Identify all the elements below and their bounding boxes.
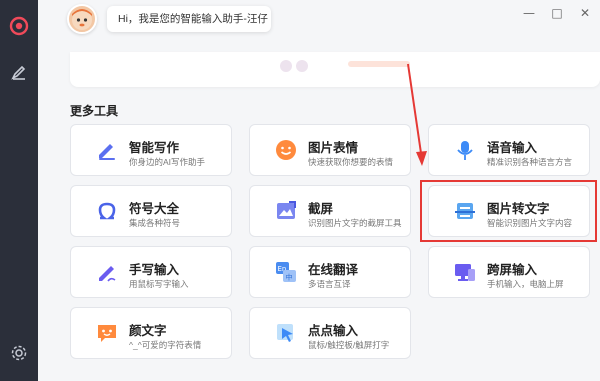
tool-handwriting[interactable]: 手写输入 用鼠标写字输入 (70, 246, 232, 298)
tool-online-translate[interactable]: En 中 在线翻译 多语言互译 (249, 246, 411, 298)
tool-symbols[interactable]: 符号大全 集成各种符号 (70, 185, 232, 237)
tool-desc: 集成各种符号 (129, 218, 181, 228)
sidebar (0, 0, 38, 381)
minimize-button[interactable]: — (522, 6, 536, 20)
tool-cross-screen-input[interactable]: 跨屏输入 手机输入，电脑上屏 (428, 246, 590, 298)
app-logo-icon[interactable] (7, 14, 31, 38)
assistant-greeting: Hi，我是您的智能输入助手-汪仔 (107, 6, 271, 32)
cursor-icon (274, 321, 298, 345)
tool-name: 语音输入 (487, 141, 538, 155)
tool-desc: 快速获取你想要的表情 (308, 157, 394, 167)
tool-desc: 鼠标/触控板/触屏打字 (308, 340, 390, 350)
maximize-button[interactable]: □ (550, 6, 564, 20)
close-button[interactable]: ✕ (578, 6, 592, 20)
assistant-avatar[interactable] (67, 4, 97, 34)
screenshot-icon (274, 199, 298, 223)
mic-icon (453, 138, 477, 162)
kaomoji-icon (95, 321, 119, 345)
tool-name: 智能写作 (129, 141, 180, 155)
tool-name: 图片表情 (308, 141, 359, 155)
settings-gear-icon[interactable] (7, 341, 31, 365)
tool-desc: ^_^可爱的字符表情 (129, 340, 202, 350)
tool-desc: 用鼠标写字输入 (129, 279, 189, 289)
pen-icon (95, 138, 119, 162)
smile-icon (274, 138, 298, 162)
tool-desc: 多语言互译 (308, 279, 351, 289)
tool-desc: 精准识别各种语言方言 (487, 157, 573, 167)
translate-icon: En 中 (274, 260, 298, 284)
omega-icon (95, 199, 119, 223)
window-controls: — □ ✕ (522, 6, 592, 20)
tool-voice-input[interactable]: 语音输入 精准识别各种语言方言 (428, 124, 590, 176)
tool-smart-writing[interactable]: 智能写作 你身边的AI写作助手 (70, 124, 232, 176)
skin-brush-icon[interactable] (7, 60, 31, 84)
tool-dot-input[interactable]: 点点输入 鼠标/触控板/触屏打字 (249, 307, 411, 359)
tool-desc: 你身边的AI写作助手 (129, 157, 206, 167)
decoration-dots (280, 60, 308, 72)
tool-name: 点点输入 (308, 324, 359, 338)
tool-name: 截屏 (308, 202, 334, 216)
tool-name: 在线翻译 (308, 263, 359, 277)
tool-name: 符号大全 (129, 202, 180, 216)
section-title: 更多工具 (70, 104, 119, 118)
tool-name: 手写输入 (129, 263, 180, 277)
tool-desc: 手机输入，电脑上屏 (487, 279, 564, 289)
tool-name: 颜文字 (129, 324, 167, 338)
monitor-icon (453, 260, 477, 284)
tool-desc: 识别图片文字的截屏工具 (308, 218, 402, 228)
tool-kaomoji[interactable]: 颜文字 ^_^可爱的字符表情 (70, 307, 232, 359)
top-card (70, 52, 600, 87)
tool-screenshot[interactable]: 截屏 识别图片文字的截屏工具 (249, 185, 411, 237)
tool-name: 跨屏输入 (487, 263, 538, 277)
highlight-box (420, 180, 597, 242)
handwrite-icon (95, 260, 119, 284)
svg-text:中: 中 (286, 273, 293, 282)
tool-image-emoji[interactable]: 图片表情 快速获取你想要的表情 (249, 124, 411, 176)
